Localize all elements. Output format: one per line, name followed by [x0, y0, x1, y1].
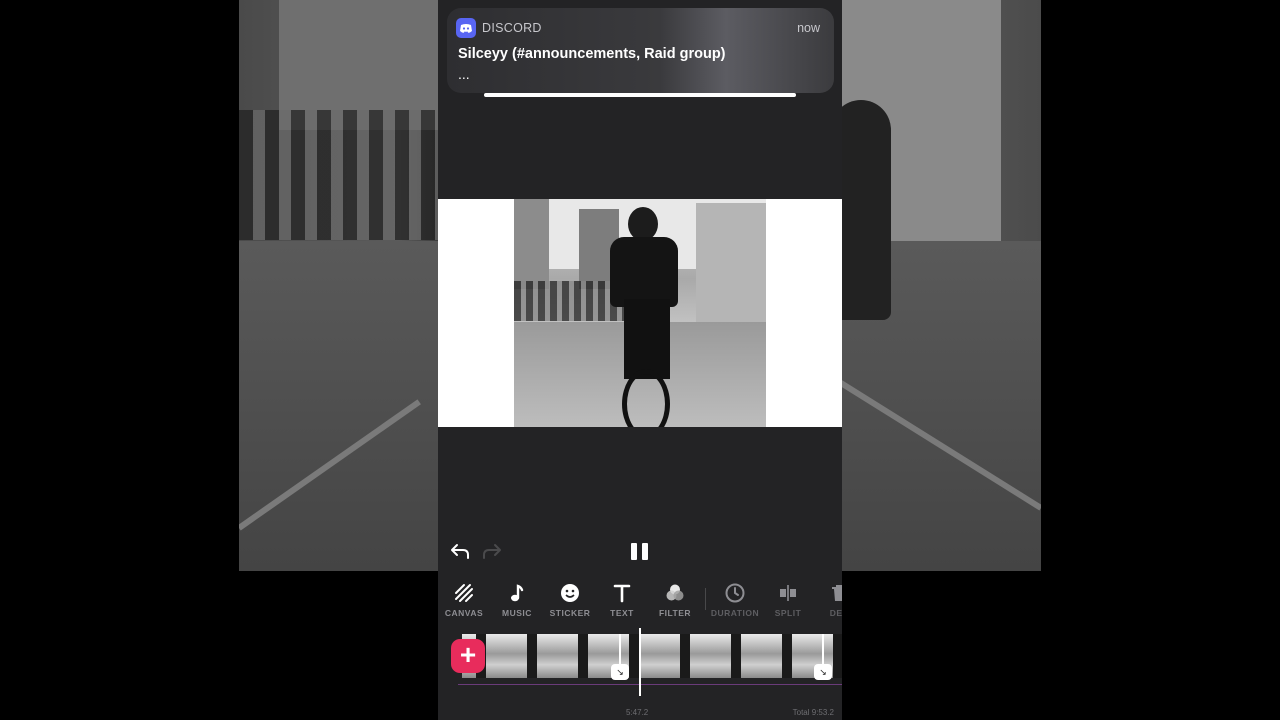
canvas-button[interactable]: CANVAS	[439, 578, 489, 626]
duration-button[interactable]: DURATION	[710, 578, 760, 626]
split-button[interactable]: SPLIT	[763, 578, 813, 626]
undo-icon[interactable]	[450, 541, 470, 561]
edit-toolbar: CANVAS MUSIC STICKER TEXT FILTER DURATIO…	[438, 578, 842, 626]
delete-button[interactable]: DEL	[814, 578, 842, 626]
text-button[interactable]: TEXT	[597, 578, 647, 626]
photo-building	[514, 199, 549, 289]
photo-rider	[628, 207, 658, 241]
preview-photo	[514, 199, 766, 427]
discord-notification[interactable]: DISCORD now Silceyy (#announcements, Rai…	[447, 8, 834, 93]
tool-label: STICKER	[549, 608, 591, 618]
toolbar-divider	[705, 588, 706, 610]
playhead[interactable]	[639, 628, 641, 696]
tool-label: SPLIT	[774, 608, 802, 618]
phone-screen: DISCORD now Silceyy (#announcements, Rai…	[438, 0, 842, 720]
notification-drag-bar[interactable]	[484, 93, 796, 97]
notification-time: now	[797, 21, 820, 35]
pause-button[interactable]	[631, 543, 649, 560]
sticker-button[interactable]: STICKER	[545, 578, 595, 626]
transition-button[interactable]: ↘	[611, 664, 629, 680]
total-time: Total 9:53.2	[792, 708, 834, 717]
discord-icon	[456, 18, 476, 38]
text-icon	[597, 578, 647, 606]
photo-building	[696, 203, 766, 323]
trash-icon	[814, 578, 842, 606]
pause-icon	[631, 543, 637, 560]
music-note-icon	[492, 578, 542, 606]
split-icon	[763, 578, 813, 606]
filter-button[interactable]: FILTER	[650, 578, 700, 626]
audio-track-line	[458, 684, 842, 685]
video-preview[interactable]	[438, 199, 842, 427]
photo-rider	[610, 237, 678, 307]
pause-icon	[642, 543, 648, 560]
canvas-icon	[439, 578, 489, 606]
notification-title: Silceyy (#announcements, Raid group)	[458, 46, 726, 62]
tool-label: FILTER	[658, 608, 692, 618]
tool-label: TEXT	[610, 608, 634, 618]
smiley-icon	[545, 578, 595, 606]
music-button[interactable]: MUSIC	[492, 578, 542, 626]
current-time: 5:47.2	[626, 708, 649, 717]
redo-icon[interactable]	[482, 541, 502, 561]
clock-icon	[710, 578, 760, 606]
tool-label: DURATION	[710, 608, 760, 618]
background-crowd	[239, 110, 439, 240]
tool-label: CANVAS	[444, 608, 484, 618]
add-clip-button[interactable]: +	[451, 639, 485, 673]
photo-rider	[624, 299, 670, 379]
notification-app-name: DISCORD	[482, 21, 542, 35]
transition-button[interactable]: ↘	[814, 664, 832, 680]
clip-thumbnails[interactable]	[462, 634, 842, 678]
filter-icon	[650, 578, 700, 606]
tool-label: MUSIC	[502, 608, 532, 618]
tool-label: DEL	[829, 608, 842, 618]
notification-body: ...	[458, 66, 470, 82]
